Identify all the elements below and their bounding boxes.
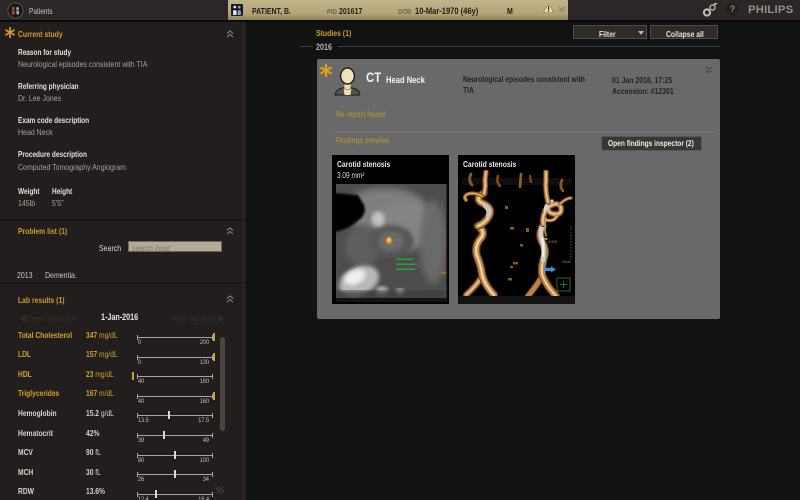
svg-text:20cm: 20cm <box>562 260 571 264</box>
svg-text:4.005: 4.005 <box>548 240 557 244</box>
